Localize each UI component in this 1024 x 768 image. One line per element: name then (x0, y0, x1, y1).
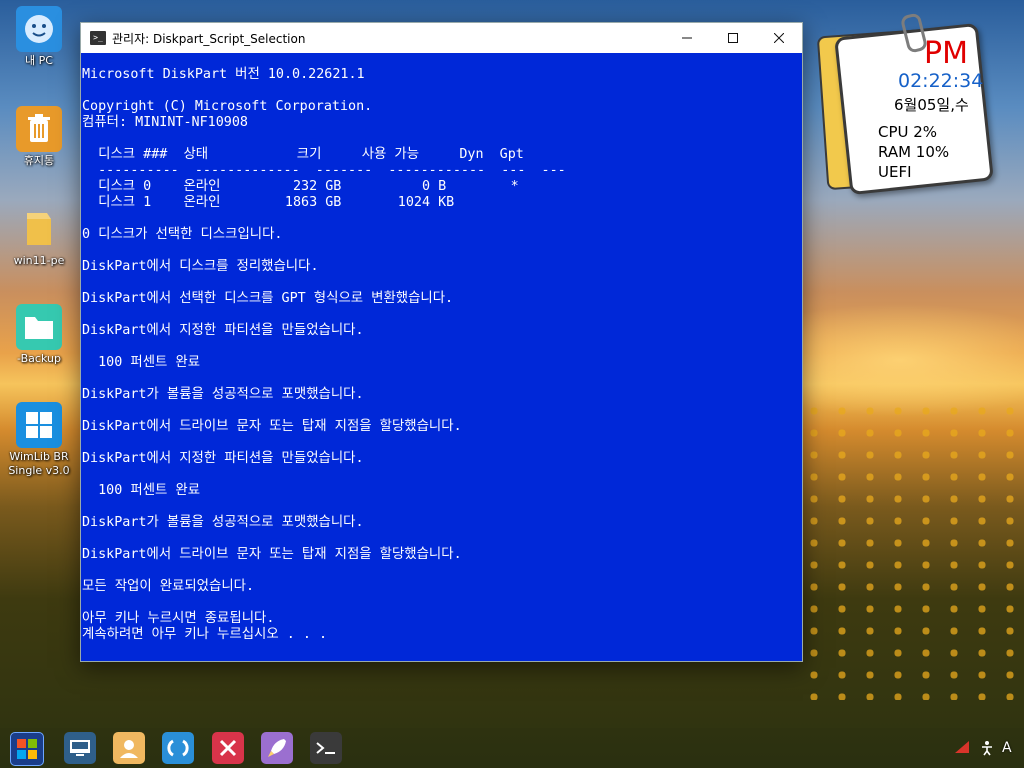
desktop-icon-label: win11-pe (13, 254, 65, 267)
windows-logo-icon (16, 402, 62, 448)
taskbar-app-refresh[interactable] (162, 732, 194, 764)
taskbar (0, 728, 1024, 768)
desktop-icon-recycle-bin[interactable]: 휴지통 (4, 106, 74, 168)
start-button[interactable] (10, 732, 44, 766)
close-icon (774, 33, 784, 43)
desktop-icon-win11-pe[interactable]: win11-pe (4, 206, 74, 268)
desktop-icon-label: -Backup (17, 352, 61, 365)
console-line: DiskPart에서 드라이브 문자 또는 탑재 지점을 할당했습니다. (82, 419, 462, 434)
console-line: 100 퍼센트 완료 (82, 355, 201, 370)
taskbar-app-user[interactable] (113, 732, 145, 764)
close-button[interactable] (756, 23, 802, 53)
taskbar-app-terminal[interactable] (310, 732, 342, 764)
console-output: Microsoft DiskPart 버전 10.0.22621.1 Copyri… (81, 53, 802, 643)
console-line: Copyright (C) Microsoft Corporation. (82, 99, 373, 114)
console-line: DiskPart에서 선택한 디스크를 GPT 형식으로 변환했습니다. (82, 291, 454, 306)
console-line: 디스크 ### 상태 크기 사용 가능 Dyn Gpt (82, 147, 524, 162)
taskbar-app-desktop[interactable] (64, 732, 96, 764)
clock-time: 02:22:34 (898, 70, 984, 92)
clock-date: 6월05일,수 (894, 96, 969, 114)
clock-ampm: PM (924, 36, 968, 71)
console-line: ---------- ------------- ------- -------… (82, 163, 566, 178)
taskbar-app-x[interactable] (212, 732, 244, 764)
console-line: 0 디스크가 선택한 디스크입니다. (82, 227, 283, 242)
network-icon[interactable] (954, 740, 970, 758)
ime-indicator[interactable]: A (1002, 740, 1012, 756)
desktop-icon-label: 내 PC (25, 54, 53, 67)
desktop-icon-label: 휴지통 (23, 154, 55, 167)
terminal-icon: >_ (90, 31, 106, 45)
console-line: DiskPart에서 드라이브 문자 또는 탑재 지점을 할당했습니다. (82, 547, 462, 562)
minimize-button[interactable] (664, 23, 710, 53)
maximize-button[interactable] (710, 23, 756, 53)
console-line: DiskPart가 볼륨을 성공적으로 포맷했습니다. (82, 515, 364, 530)
x-app-icon (219, 739, 237, 757)
monitor-face-icon (16, 6, 62, 52)
console-line: 100 퍼센트 완료 (82, 483, 201, 498)
desktop-icon-label: WimLib BR Single v3.0 (8, 450, 70, 477)
boot-mode: UEFI (878, 163, 912, 181)
clock-widget[interactable]: PM 02:22:34 6월05일,수 CPU 2% RAM 10% UEFI (816, 12, 994, 196)
console-line: DiskPart가 볼륨을 성공적으로 포맷했습니다. (82, 387, 364, 402)
console-line: DiskPart에서 지정한 파티션을 만들었습니다. (82, 323, 364, 338)
maximize-icon (728, 33, 738, 43)
ram-usage: RAM 10% (878, 143, 950, 161)
console-line: 아무 키나 누르시면 종료됩니다. (82, 611, 275, 626)
recycle-bin-icon (16, 106, 62, 152)
refresh-icon (167, 739, 189, 757)
console-line: DiskPart에서 지정한 파티션을 만들었습니다. (82, 451, 364, 466)
console-line: 디스크 1 온라인 1863 GB 1024 KB (82, 195, 455, 210)
console-line: 모든 작업이 완료되었습니다. (82, 579, 255, 594)
folder-teal-icon (16, 304, 62, 350)
desktop-icon-wimlib[interactable]: WimLib BR Single v3.0 (4, 402, 74, 478)
console-window[interactable]: >_ 관리자: Diskpart_Script_Selection Micros… (80, 22, 803, 662)
wallpaper-sunflower-pattern (800, 400, 1024, 700)
system-stats: CPU 2% RAM 10% UEFI (878, 122, 949, 182)
desktop-icon-backup[interactable]: -Backup (4, 304, 74, 366)
accessibility-icon[interactable] (980, 740, 994, 760)
taskbar-app-rocket[interactable] (261, 732, 293, 764)
user-icon (120, 740, 138, 758)
rocket-icon (268, 739, 286, 757)
console-line: 컴퓨터: MININT-NF10908 (82, 115, 248, 130)
desktop-icon (70, 740, 90, 756)
window-titlebar[interactable]: >_ 관리자: Diskpart_Script_Selection (81, 23, 802, 53)
cpu-usage: CPU 2% (878, 123, 938, 141)
console-line: 계속하려면 아무 키나 누르십시오 . . . (82, 627, 328, 642)
terminal-icon (316, 742, 335, 754)
desktop-icon-my-pc[interactable]: 내 PC (4, 6, 74, 68)
folder-icon (16, 206, 62, 252)
console-line: 디스크 0 온라인 232 GB 0 B * (82, 179, 519, 194)
window-title: 관리자: Diskpart_Script_Selection (112, 31, 306, 46)
console-line: Microsoft DiskPart 버전 10.0.22621.1 (82, 67, 365, 82)
minimize-icon (682, 37, 692, 39)
console-line: DiskPart에서 디스크를 정리했습니다. (82, 259, 319, 274)
start-icon (17, 739, 37, 759)
